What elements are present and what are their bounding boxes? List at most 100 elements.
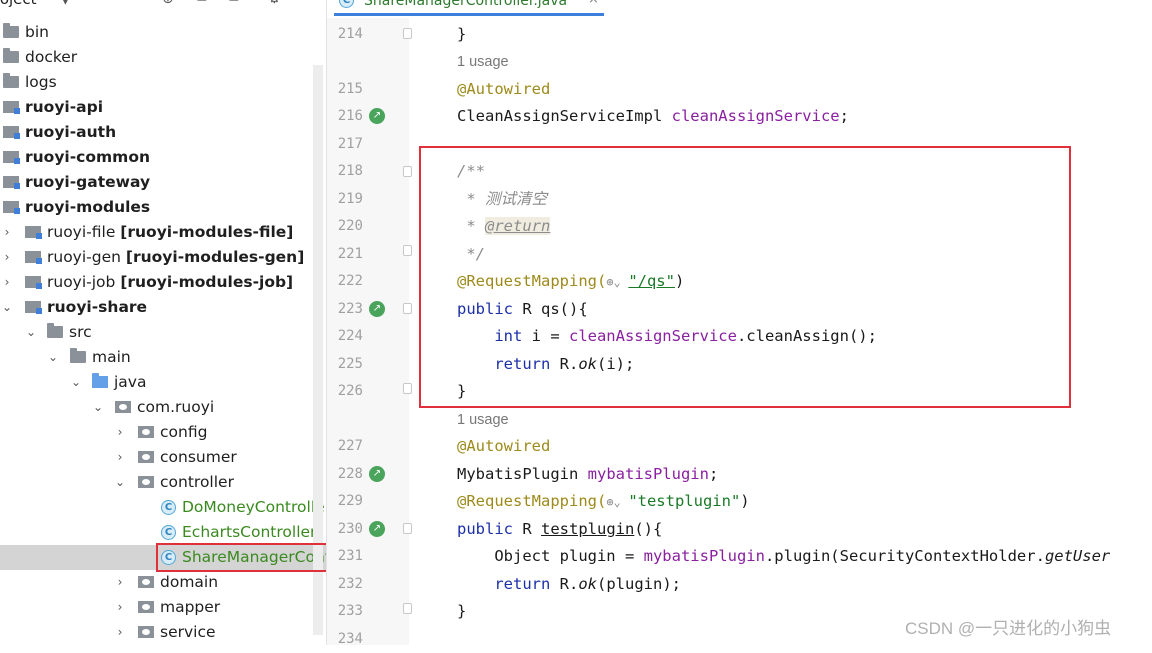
tree-item-domoneycontroller[interactable]: C DoMoneyController [0, 495, 326, 520]
tree-item-label: com.ruoyi [137, 398, 215, 416]
tree-item-consumer[interactable]: › consumer [0, 445, 326, 470]
chevron-down-icon[interactable]: ⌄ [24, 320, 38, 345]
tree-item-java[interactable]: ⌄ java [0, 370, 326, 395]
chevron-right-icon[interactable]: › [113, 595, 127, 620]
usage-hint[interactable]: 1 usage [457, 50, 509, 74]
module-name-suffix: [ruoyi-modules-gen] [125, 248, 305, 266]
tree-item-ruoyi-modules[interactable]: ruoyi-modules [0, 195, 326, 220]
line-number: 226 [337, 383, 363, 399]
code-line-216[interactable]: CleanAssignServiceImpl cleanAssignServic… [457, 102, 849, 130]
code-line-230[interactable]: public R testplugin(){ [457, 515, 662, 543]
tree-item-ruoyi-job[interactable]: › ruoyi-job [ruoyi-modules-job] [0, 270, 326, 295]
chevron-right-icon[interactable]: › [113, 420, 127, 445]
close-icon[interactable]: × [588, 0, 599, 7]
chevron-right-icon[interactable]: › [113, 570, 127, 595]
dropdown-icon[interactable]: ▼ [60, 0, 71, 7]
folder-icon [3, 48, 19, 63]
tree-item-ruoyi-gen[interactable]: › ruoyi-gen [ruoyi-modules-gen] [0, 245, 326, 270]
code-line-229[interactable]: @RequestMapping(⊕⌄ "testplugin") [457, 487, 750, 515]
code-line-215[interactable]: @Autowired [457, 75, 550, 103]
line-number: 229 [337, 493, 363, 509]
package-icon [138, 426, 154, 438]
chevron-down-icon[interactable]: ⌄ [0, 295, 14, 320]
fold-marker-icon[interactable] [403, 28, 412, 39]
module-folder-icon [3, 176, 20, 189]
fold-marker-icon[interactable] [403, 603, 412, 614]
line-number: 215 [337, 81, 363, 97]
editor-tab[interactable]: C ShareManagerController.java × [334, 0, 604, 16]
folder-icon [3, 73, 19, 88]
java-class-icon: C [161, 500, 176, 515]
tree-item-ruoyi-gateway[interactable]: ruoyi-gateway [0, 170, 326, 195]
module-folder-icon [25, 301, 42, 314]
tree-item-ruoyi-file[interactable]: › ruoyi-file [ruoyi-modules-file] [0, 220, 326, 245]
tree-item-main[interactable]: ⌄ main [0, 345, 326, 370]
chevron-down-icon[interactable]: ⌄ [91, 395, 105, 420]
tree-item-config[interactable]: › config [0, 420, 326, 445]
package-icon [138, 576, 154, 588]
tree-item-src[interactable]: ⌄ src [0, 320, 326, 345]
locate-icon[interactable]: ⊕ [162, 0, 174, 7]
tree-item-ruoyi-common[interactable]: ruoyi-common [0, 145, 326, 170]
watermark: CSDN @一只进化的小狗虫 [905, 619, 1112, 638]
line-number: 221 [337, 246, 363, 262]
expand-all-icon[interactable]: ≚ [196, 0, 208, 7]
selection-highlight-box [156, 543, 326, 572]
code-line-232[interactable]: return R.ok(plugin); [457, 570, 681, 598]
java-class-icon: C [339, 0, 354, 8]
chevron-right-icon[interactable]: › [113, 445, 127, 470]
fold-marker-icon[interactable] [403, 166, 412, 177]
project-panel-title: roject [0, 0, 37, 8]
tree-item-label: logs [25, 73, 57, 91]
chevron-right-icon[interactable]: › [113, 620, 127, 645]
chevron-right-icon[interactable]: › [0, 270, 14, 295]
tree-item-docker[interactable]: docker [0, 45, 326, 70]
chevron-down-icon[interactable]: ⌄ [113, 470, 127, 495]
tree-item-com-ruoyi[interactable]: ⌄ com.ruoyi [0, 395, 326, 420]
chevron-down-icon[interactable]: ⌄ [69, 370, 83, 395]
chevron-right-icon[interactable]: › [0, 220, 14, 245]
fold-marker-icon[interactable] [403, 383, 412, 394]
tree-item-label: ruoyi-job [47, 273, 116, 291]
line-number: 225 [337, 356, 363, 372]
collapse-all-icon[interactable]: ≙ [228, 0, 240, 7]
tree-item-label: ruoyi-common [25, 148, 150, 166]
code-line-233[interactable]: } [457, 597, 466, 625]
tree-item-ruoyi-share[interactable]: ⌄ ruoyi-share [0, 295, 326, 320]
code-line-227[interactable]: @Autowired [457, 432, 550, 460]
fold-marker-icon[interactable] [403, 523, 412, 534]
minimize-icon[interactable]: — [300, 0, 314, 7]
code-line-228[interactable]: MybatisPlugin mybatisPlugin; [457, 460, 718, 488]
tree-item-label: controller [160, 473, 234, 491]
fold-marker-icon[interactable] [403, 303, 412, 314]
line-number: 214 [337, 26, 363, 42]
code-line-214[interactable]: } [457, 20, 466, 48]
usage-hint[interactable]: 1 usage [457, 408, 509, 432]
code-line-231[interactable]: Object plugin = mybatisPlugin.plugin(Sec… [457, 542, 1110, 570]
module-name-suffix: [ruoyi-modules-file] [120, 223, 294, 241]
bean-navigation-icon[interactable]: ↗ [369, 108, 385, 124]
line-number: 234 [337, 631, 363, 647]
tree-item-ruoyi-api[interactable]: ruoyi-api [0, 95, 326, 120]
tree-item-controller[interactable]: ⌄ controller [0, 470, 326, 495]
folder-icon [3, 23, 19, 38]
tree-item-bin[interactable]: bin [0, 20, 326, 45]
chevron-down-icon[interactable]: ⌄ [46, 345, 60, 370]
tree-item-logs[interactable]: logs [0, 70, 326, 95]
tree-item-service[interactable]: › service [0, 620, 326, 645]
bean-navigation-icon[interactable]: ↗ [369, 466, 385, 482]
gear-icon[interactable]: ⚙ [268, 0, 281, 7]
chevron-right-icon[interactable]: › [0, 245, 14, 270]
endpoint-navigation-icon[interactable]: ↗ [369, 521, 385, 537]
tree-item-label: service [160, 623, 216, 641]
tree-item-echartscontroller[interactable]: C EchartsController [0, 520, 326, 545]
module-folder-icon [3, 101, 20, 114]
tree-item-domain[interactable]: › domain [0, 570, 326, 595]
endpoint-navigation-icon[interactable]: ↗ [369, 301, 385, 317]
tree-item-ruoyi-auth[interactable]: ruoyi-auth [0, 120, 326, 145]
fold-marker-icon[interactable] [403, 245, 412, 256]
tree-item-label: ruoyi-share [47, 298, 148, 316]
tree-item-mapper[interactable]: › mapper [0, 595, 326, 620]
globe-icon[interactable]: ⊕⌄ [606, 488, 628, 516]
package-icon [138, 451, 154, 463]
